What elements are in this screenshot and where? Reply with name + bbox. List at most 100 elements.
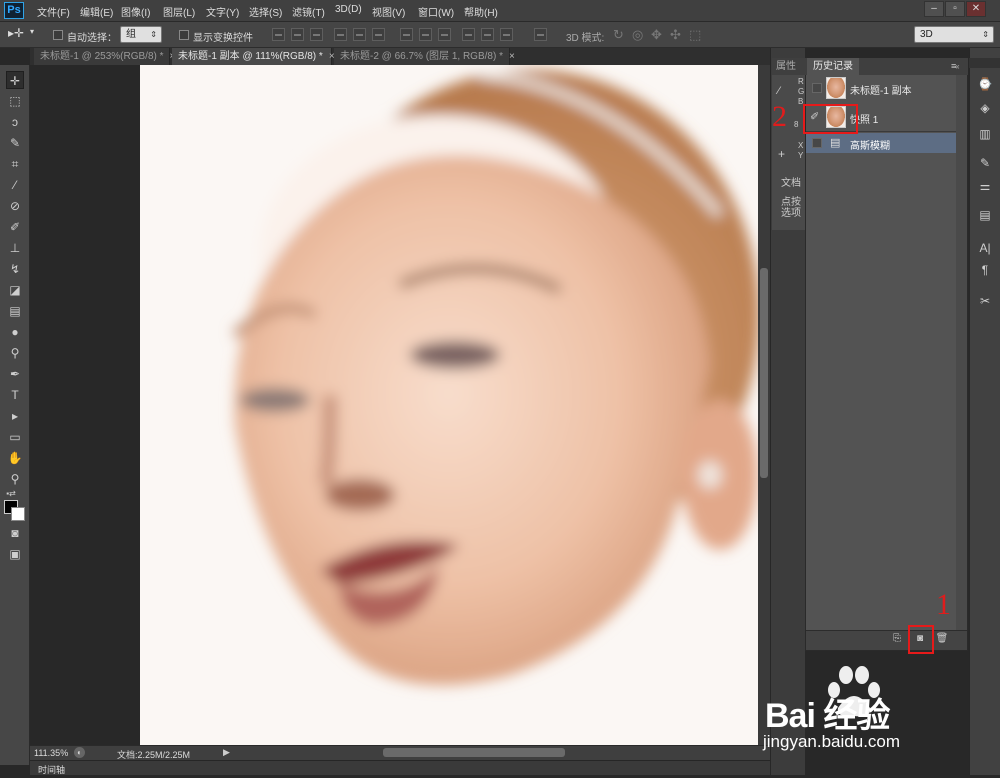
tab-untitled-2[interactable]: 未标题-2 @ 66.7% (图层 1, RGB/8) * × (334, 48, 515, 65)
restore-icon[interactable]: ▫ (945, 1, 965, 17)
snapshot-thumbnail (826, 77, 846, 99)
align-vcenter-icon[interactable] (291, 28, 304, 41)
quick-select-tool-icon[interactable]: ✎ (6, 134, 24, 152)
new-document-from-state-icon[interactable]: ⎘ (890, 632, 904, 645)
3d-pan-icon[interactable]: ✥ (651, 27, 662, 43)
timeline-label: 时间轴 (38, 765, 66, 775)
status-menu-arrow-icon[interactable]: ▶ (223, 747, 230, 758)
menu-window[interactable]: 窗口(W) (418, 4, 454, 19)
history-brush-tool-icon[interactable]: ↯ (6, 260, 24, 278)
marquee-tool-icon[interactable]: ⬚ (6, 92, 24, 110)
menu-3d[interactable]: 3D(D) (335, 4, 362, 15)
gradient-tool-icon[interactable]: ▤ (6, 302, 24, 320)
brush-panel-icon[interactable]: ✎ (976, 155, 994, 171)
menu-edit[interactable]: 编辑(E) (80, 4, 113, 19)
align-hcenter-icon[interactable] (353, 28, 366, 41)
menu-filter[interactable]: 滤镜(T) (292, 4, 325, 19)
menu-help[interactable]: 帮助(H) (464, 4, 498, 19)
timeline-panel-tab[interactable]: 时间轴 (30, 760, 770, 775)
crop-tool-icon[interactable]: ⌗ (6, 155, 24, 173)
auto-select-dropdown[interactable]: 组 ⇕ (120, 26, 162, 43)
eraser-tool-icon[interactable]: ◪ (6, 281, 24, 299)
vertical-scroll-thumb[interactable] (760, 268, 768, 478)
horizontal-scroll-thumb[interactable] (383, 748, 565, 757)
watermark-url: jingyan.baidu.com (763, 732, 901, 751)
3d-scale-icon[interactable]: ⬚ (689, 27, 701, 43)
paragraph-styles-icon[interactable]: ▤ (976, 207, 994, 223)
3d-slide-icon[interactable]: ✣ (670, 27, 681, 43)
tab-untitled-1[interactable]: 未标题-1 @ 253%(RGB/8) *× (34, 48, 175, 65)
auto-align-icon[interactable] (534, 28, 547, 41)
swatches-panel-icon[interactable]: ▥ (976, 126, 994, 142)
hand-tool-icon[interactable]: ✋ (6, 449, 24, 467)
type-tool-icon[interactable]: T (6, 386, 24, 404)
auto-select-checkbox[interactable] (53, 30, 63, 40)
screen-mode-icon[interactable]: ▣ (6, 545, 24, 563)
tab-untitled-1-copy[interactable]: 未标题-1 副本 @ 111%(RGB/8) * × (172, 48, 335, 65)
3d-rotate-icon[interactable]: ↻ (613, 27, 624, 43)
menu-bar: Ps 文件(F) 编辑(E) 图像(I) 图层(L) 文字(Y) 选择(S) 滤… (0, 0, 1000, 22)
path-select-tool-icon[interactable]: ▸ (6, 407, 24, 425)
rectangle-tool-icon[interactable]: ▭ (6, 428, 24, 446)
menu-image[interactable]: 图像(I) (121, 4, 150, 19)
pen-tool-icon[interactable]: ✒ (6, 365, 24, 383)
history-item-label: 未标题-1 副本 (850, 86, 912, 97)
delete-state-trash-icon[interactable]: 🗑 (935, 632, 949, 645)
character-panel-icon[interactable]: A| (976, 240, 994, 256)
tab-properties[interactable]: 属性 (772, 58, 800, 75)
history-snapshot-item[interactable]: 未标题-1 副本 (806, 74, 956, 102)
menu-file[interactable]: 文件(F) (37, 4, 70, 19)
menu-select[interactable]: 选择(S) (249, 4, 282, 19)
distribute-hcenter-icon[interactable] (481, 28, 494, 41)
show-transform-checkbox[interactable] (179, 30, 189, 40)
3d-roll-icon[interactable]: ◎ (632, 27, 643, 43)
move-tool-icon[interactable]: ✛ (6, 71, 24, 89)
menu-layer[interactable]: 图层(L) (163, 4, 195, 19)
distribute-left-icon[interactable] (462, 28, 475, 41)
minimize-icon[interactable]: – (924, 1, 944, 17)
xy-readout: XY (798, 141, 804, 160)
history-source-checkbox[interactable] (812, 138, 822, 148)
adjustments-panel-icon[interactable]: ⚌ (976, 178, 994, 194)
background-color-swatch[interactable] (11, 507, 25, 521)
paragraph-panel-icon[interactable]: ¶ (976, 262, 994, 278)
auto-select-label: 自动选择： (67, 33, 117, 44)
dodge-tool-icon[interactable]: ⚲ (6, 344, 24, 362)
move-tool-icon[interactable]: ▸✛ (8, 26, 24, 40)
distribute-vcenter-icon[interactable] (419, 28, 432, 41)
align-bottom-icon[interactable] (310, 28, 323, 41)
eyedropper-icon: ⁄ (778, 85, 780, 97)
tools-preset-icon[interactable]: ✂ (976, 293, 994, 309)
status-info-icon[interactable]: ◐ (74, 747, 85, 758)
lasso-tool-icon[interactable]: ↄ (6, 113, 24, 131)
history-step-item[interactable]: ▤ 高斯模糊 (806, 133, 956, 153)
close-icon[interactable]: ✕ (966, 1, 986, 17)
distribute-top-icon[interactable] (400, 28, 413, 41)
zoom-level[interactable]: 111.35% (34, 748, 68, 758)
quick-mask-icon[interactable]: ◙ (6, 524, 24, 542)
align-right-icon[interactable] (372, 28, 385, 41)
clone-stamp-tool-icon[interactable]: ⊥ (6, 239, 24, 257)
tab-history[interactable]: 历史记录 (807, 58, 859, 75)
menu-type[interactable]: 文字(Y) (206, 4, 239, 19)
annotation-box-snapshot (803, 104, 858, 134)
panel-collapse-icon[interactable]: « (955, 62, 959, 71)
blur-tool-icon[interactable]: ● (6, 323, 24, 341)
doc-label: 文档 (781, 178, 801, 189)
eyedropper-tool-icon[interactable]: ⁄ (6, 176, 24, 194)
history-source-checkbox[interactable] (812, 83, 822, 93)
history-scrollbar[interactable] (956, 75, 967, 630)
tool-preset-chevron-icon[interactable]: ▾ (30, 27, 34, 36)
align-top-icon[interactable] (272, 28, 285, 41)
healing-brush-tool-icon[interactable]: ⊘ (6, 197, 24, 215)
history-panel-header: 历史记录 ≡ (805, 58, 968, 75)
layers-panel-icon[interactable]: ◈ (976, 100, 994, 116)
history-panel-icon[interactable]: ⌚ (976, 76, 994, 92)
distribute-bottom-icon[interactable] (438, 28, 451, 41)
brush-tool-icon[interactable]: ✐ (6, 218, 24, 236)
menu-view[interactable]: 视图(V) (372, 4, 405, 19)
distribute-right-icon[interactable] (500, 28, 513, 41)
align-left-icon[interactable] (334, 28, 347, 41)
document-canvas[interactable] (140, 65, 758, 745)
workspace-dropdown[interactable]: 3D ⇕ (914, 26, 994, 43)
